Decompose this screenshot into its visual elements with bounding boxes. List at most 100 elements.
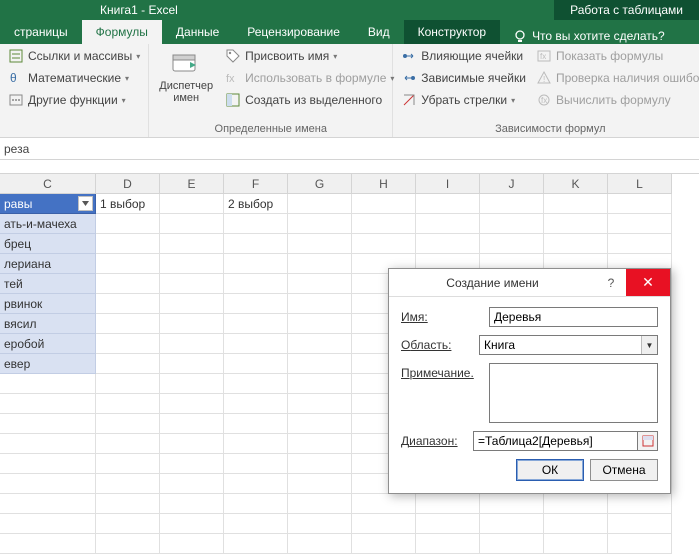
cell[interactable]: вясил: [0, 314, 96, 334]
cell[interactable]: [288, 374, 352, 394]
tab-review[interactable]: Рецензирование: [233, 20, 354, 44]
cell[interactable]: [96, 394, 160, 414]
cell[interactable]: [0, 494, 96, 514]
cell[interactable]: [416, 234, 480, 254]
colhdr-e[interactable]: E: [160, 174, 224, 194]
cell[interactable]: [352, 214, 416, 234]
cell[interactable]: [160, 434, 224, 454]
cell[interactable]: [160, 414, 224, 434]
cell[interactable]: ать-и-мачеха: [0, 214, 96, 234]
cell[interactable]: [224, 394, 288, 414]
cell[interactable]: [608, 514, 672, 534]
cell[interactable]: [224, 414, 288, 434]
colhdr-f[interactable]: F: [224, 174, 288, 194]
tab-table-design[interactable]: Конструктор: [404, 20, 500, 44]
cell[interactable]: [288, 514, 352, 534]
btn-lookup-reference[interactable]: Ссылки и массивы▾: [4, 46, 144, 66]
ok-button[interactable]: ОК: [516, 459, 584, 481]
tab-formulas[interactable]: Формулы: [82, 20, 162, 44]
cell[interactable]: [160, 534, 224, 554]
cell[interactable]: [224, 274, 288, 294]
cell[interactable]: тей: [0, 274, 96, 294]
cell[interactable]: рвинок: [0, 294, 96, 314]
cell[interactable]: [416, 214, 480, 234]
colhdr-l[interactable]: L: [608, 174, 672, 194]
cell[interactable]: [160, 454, 224, 474]
colhdr-d[interactable]: D: [96, 174, 160, 194]
cell[interactable]: [480, 514, 544, 534]
cell[interactable]: [160, 214, 224, 234]
cell[interactable]: [288, 534, 352, 554]
cell[interactable]: [288, 254, 352, 274]
cell[interactable]: [608, 494, 672, 514]
btn-show-formulas[interactable]: fx Показать формулы: [532, 46, 699, 66]
cell[interactable]: [224, 334, 288, 354]
colhdr-i[interactable]: I: [416, 174, 480, 194]
cell[interactable]: 1 выбор: [96, 194, 160, 214]
cell[interactable]: [416, 534, 480, 554]
cell[interactable]: [608, 234, 672, 254]
colhdr-j[interactable]: J: [480, 174, 544, 194]
cell[interactable]: [224, 254, 288, 274]
input-name[interactable]: [489, 307, 658, 327]
cell[interactable]: [160, 474, 224, 494]
cell[interactable]: [96, 474, 160, 494]
cell[interactable]: [480, 494, 544, 514]
cell[interactable]: 2 выбор: [224, 194, 288, 214]
cell[interactable]: [544, 534, 608, 554]
cell[interactable]: [608, 534, 672, 554]
cell[interactable]: [224, 474, 288, 494]
cell[interactable]: [224, 454, 288, 474]
cell[interactable]: [160, 354, 224, 374]
cell[interactable]: [160, 274, 224, 294]
colhdr-h[interactable]: H: [352, 174, 416, 194]
cell[interactable]: [544, 514, 608, 534]
btn-name-manager[interactable]: Диспетчер имен: [153, 46, 219, 121]
cell[interactable]: [160, 194, 224, 214]
cell[interactable]: [96, 274, 160, 294]
tell-me-search[interactable]: Что вы хотите сделать?: [512, 28, 665, 44]
cell[interactable]: [96, 434, 160, 454]
cell[interactable]: [544, 234, 608, 254]
cell[interactable]: [480, 214, 544, 234]
cell[interactable]: [288, 294, 352, 314]
cell[interactable]: [352, 194, 416, 214]
cell[interactable]: евер: [0, 354, 96, 374]
btn-trace-dependents[interactable]: Зависимые ячейки: [397, 68, 530, 88]
input-range[interactable]: [473, 431, 638, 451]
cell[interactable]: [96, 234, 160, 254]
cell[interactable]: [224, 514, 288, 534]
cell[interactable]: [160, 254, 224, 274]
cell[interactable]: [160, 234, 224, 254]
cell[interactable]: [96, 414, 160, 434]
cell[interactable]: [160, 294, 224, 314]
cell[interactable]: [160, 494, 224, 514]
cell[interactable]: [96, 214, 160, 234]
cell[interactable]: [160, 314, 224, 334]
cell[interactable]: [0, 374, 96, 394]
btn-error-checking[interactable]: ! Проверка наличия ошибо: [532, 68, 699, 88]
cell[interactable]: [480, 534, 544, 554]
cell[interactable]: [288, 234, 352, 254]
filter-button[interactable]: [78, 196, 93, 211]
cell[interactable]: [96, 354, 160, 374]
cell[interactable]: [224, 314, 288, 334]
cell[interactable]: [0, 454, 96, 474]
cell[interactable]: [352, 514, 416, 534]
btn-create-from-selection[interactable]: Создать из выделенного: [221, 90, 398, 110]
cell[interactable]: [416, 194, 480, 214]
colhdr-g[interactable]: G: [288, 174, 352, 194]
btn-define-name[interactable]: Присвоить имя▾: [221, 46, 398, 66]
cell[interactable]: [0, 434, 96, 454]
cell[interactable]: [480, 234, 544, 254]
cell[interactable]: [352, 494, 416, 514]
cell[interactable]: [288, 414, 352, 434]
range-picker-button[interactable]: [638, 431, 658, 451]
btn-more-functions[interactable]: Другие функции▾: [4, 90, 144, 110]
cell[interactable]: [224, 294, 288, 314]
cell[interactable]: [96, 374, 160, 394]
cell[interactable]: [480, 194, 544, 214]
cell[interactable]: [416, 514, 480, 534]
cell[interactable]: [96, 454, 160, 474]
cell[interactable]: брец: [0, 234, 96, 254]
